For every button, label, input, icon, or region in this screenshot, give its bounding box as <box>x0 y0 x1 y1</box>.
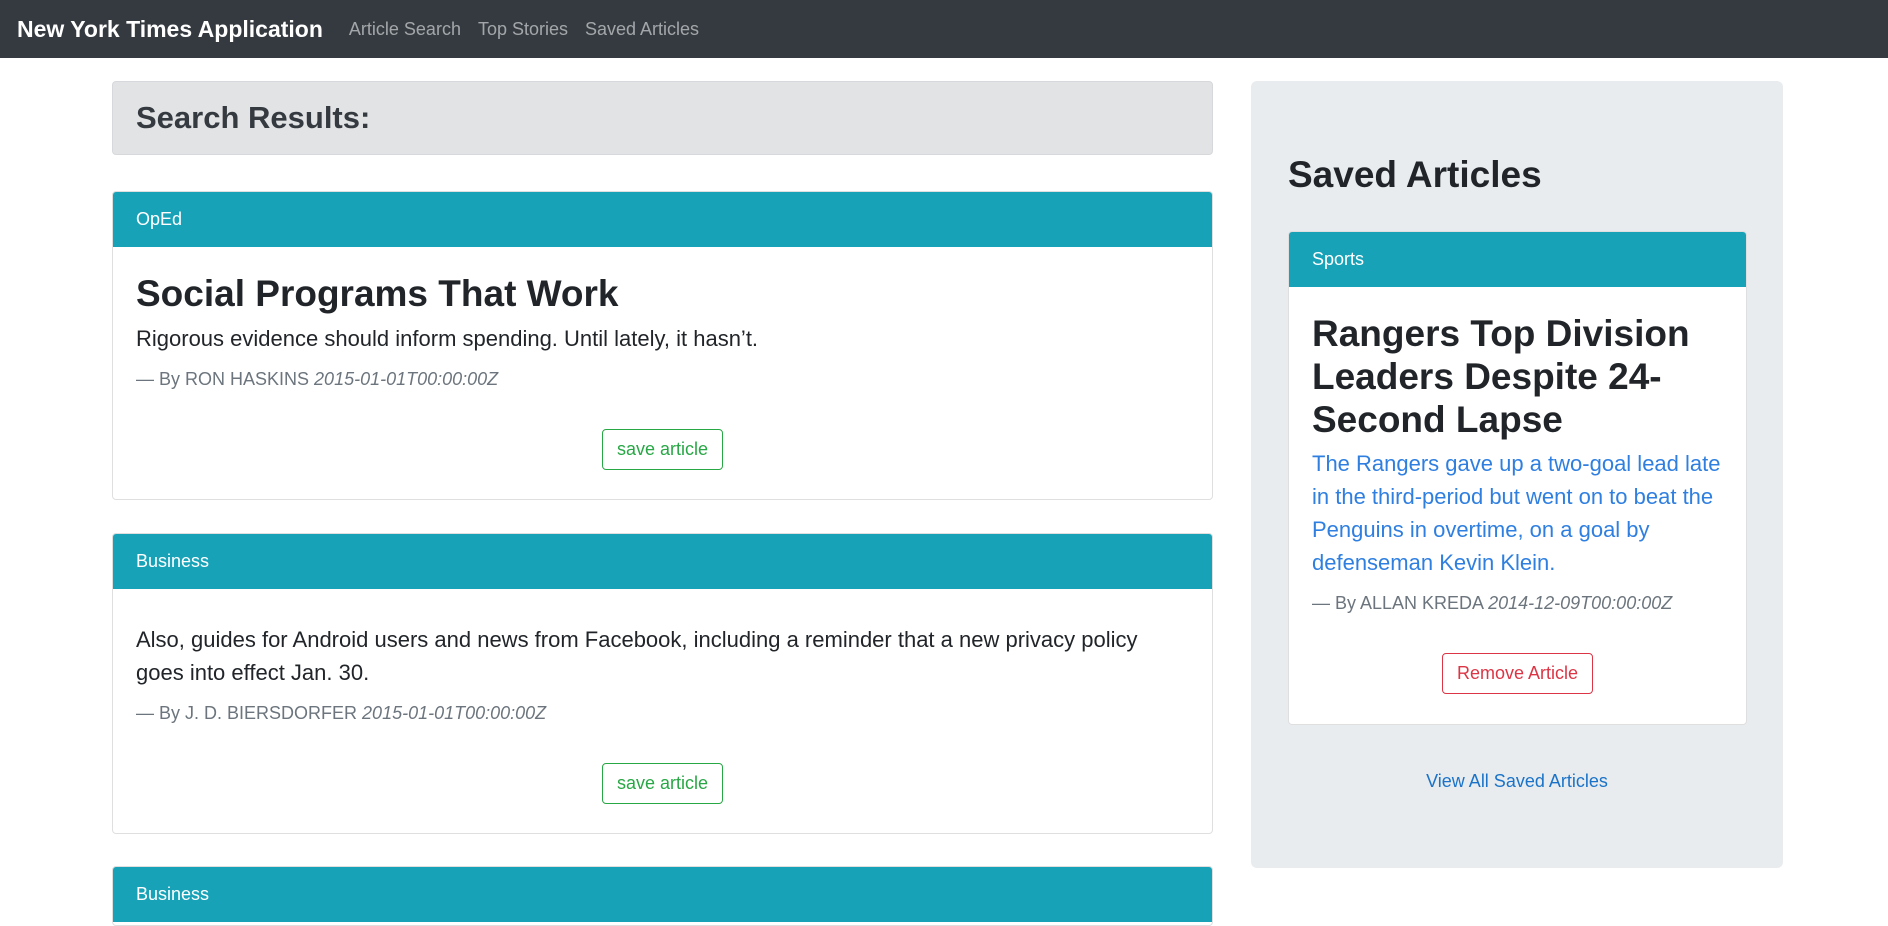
search-results-column: Search Results: OpEd Social Programs Tha… <box>112 81 1213 926</box>
article-section: Business <box>113 867 1212 922</box>
nav-link-top-stories[interactable]: Top Stories <box>478 19 568 40</box>
saved-articles-heading: Saved Articles <box>1288 154 1542 195</box>
saved-article-section: Sports <box>1289 232 1746 287</box>
save-article-button[interactable]: save article <box>601 763 724 804</box>
article-headline: Social Programs That Work <box>136 273 619 314</box>
view-all-saved-link[interactable]: View All Saved Articles <box>1251 771 1783 792</box>
byline-author: — By RON HASKINS <box>136 369 310 390</box>
article-snippet: Rigorous evidence should inform spending… <box>136 326 759 352</box>
nav-links: Article Search Top Stories Saved Article… <box>333 19 699 40</box>
remove-article-button[interactable]: Remove Article <box>1441 653 1594 694</box>
article-body: Also, guides for Android users and news … <box>113 623 1212 804</box>
byline-date: 2015-01-01T00:00:00Z <box>314 369 499 390</box>
article-byline: — By J. D. BIERSDORFER 2015-01-01T00:00:… <box>136 703 1189 724</box>
search-results-heading: Search Results: <box>136 100 371 135</box>
byline-date: 2015-01-01T00:00:00Z <box>362 703 547 723</box>
article-section: OpEd <box>113 192 1212 247</box>
search-results-header: Search Results: <box>112 81 1213 155</box>
saved-article-headline: Rangers Top Division Leaders Despite 24-… <box>1312 313 1690 440</box>
saved-article-card: Sports Rangers Top Division Leaders Desp… <box>1288 231 1747 725</box>
nav-link-saved-articles[interactable]: Saved Articles <box>585 19 699 40</box>
save-article-button[interactable]: save article <box>601 429 724 471</box>
article-section: Business <box>113 534 1212 589</box>
article-card: Business <box>112 866 1213 926</box>
article-body: Social Programs That Work Rigorous evide… <box>113 272 1212 471</box>
saved-article-body: Rangers Top Division Leaders Despite 24-… <box>1289 312 1746 694</box>
save-button-wrap: save article <box>136 763 1189 804</box>
article-byline: — By RON HASKINS 2015-01-01T00:00:00Z <box>136 369 1189 390</box>
byline-date: 2014-12-09T00:00:00Z <box>1488 593 1673 613</box>
nav-link-article-search[interactable]: Article Search <box>349 19 461 40</box>
saved-article-snippet[interactable]: The Rangers gave up a two-goal lead late… <box>1312 447 1723 579</box>
byline-author: — By J. D. BIERSDORFER <box>136 703 358 723</box>
saved-articles-panel: Saved Articles Sports Rangers Top Divisi… <box>1251 81 1783 868</box>
save-button-wrap: save article <box>136 429 1189 471</box>
top-navbar: New York Times Application Article Searc… <box>0 0 1888 58</box>
article-snippet: Also, guides for Android users and news … <box>136 627 1138 685</box>
saved-article-byline: — By ALLAN KREDA 2014-12-09T00:00:00Z <box>1312 593 1723 614</box>
remove-button-wrap: Remove Article <box>1312 653 1723 694</box>
article-card: Business Also, guides for Android users … <box>112 533 1213 834</box>
byline-author: — By ALLAN KREDA <box>1312 593 1484 613</box>
navbar-brand[interactable]: New York Times Application <box>17 16 323 43</box>
article-card: OpEd Social Programs That Work Rigorous … <box>112 191 1213 500</box>
